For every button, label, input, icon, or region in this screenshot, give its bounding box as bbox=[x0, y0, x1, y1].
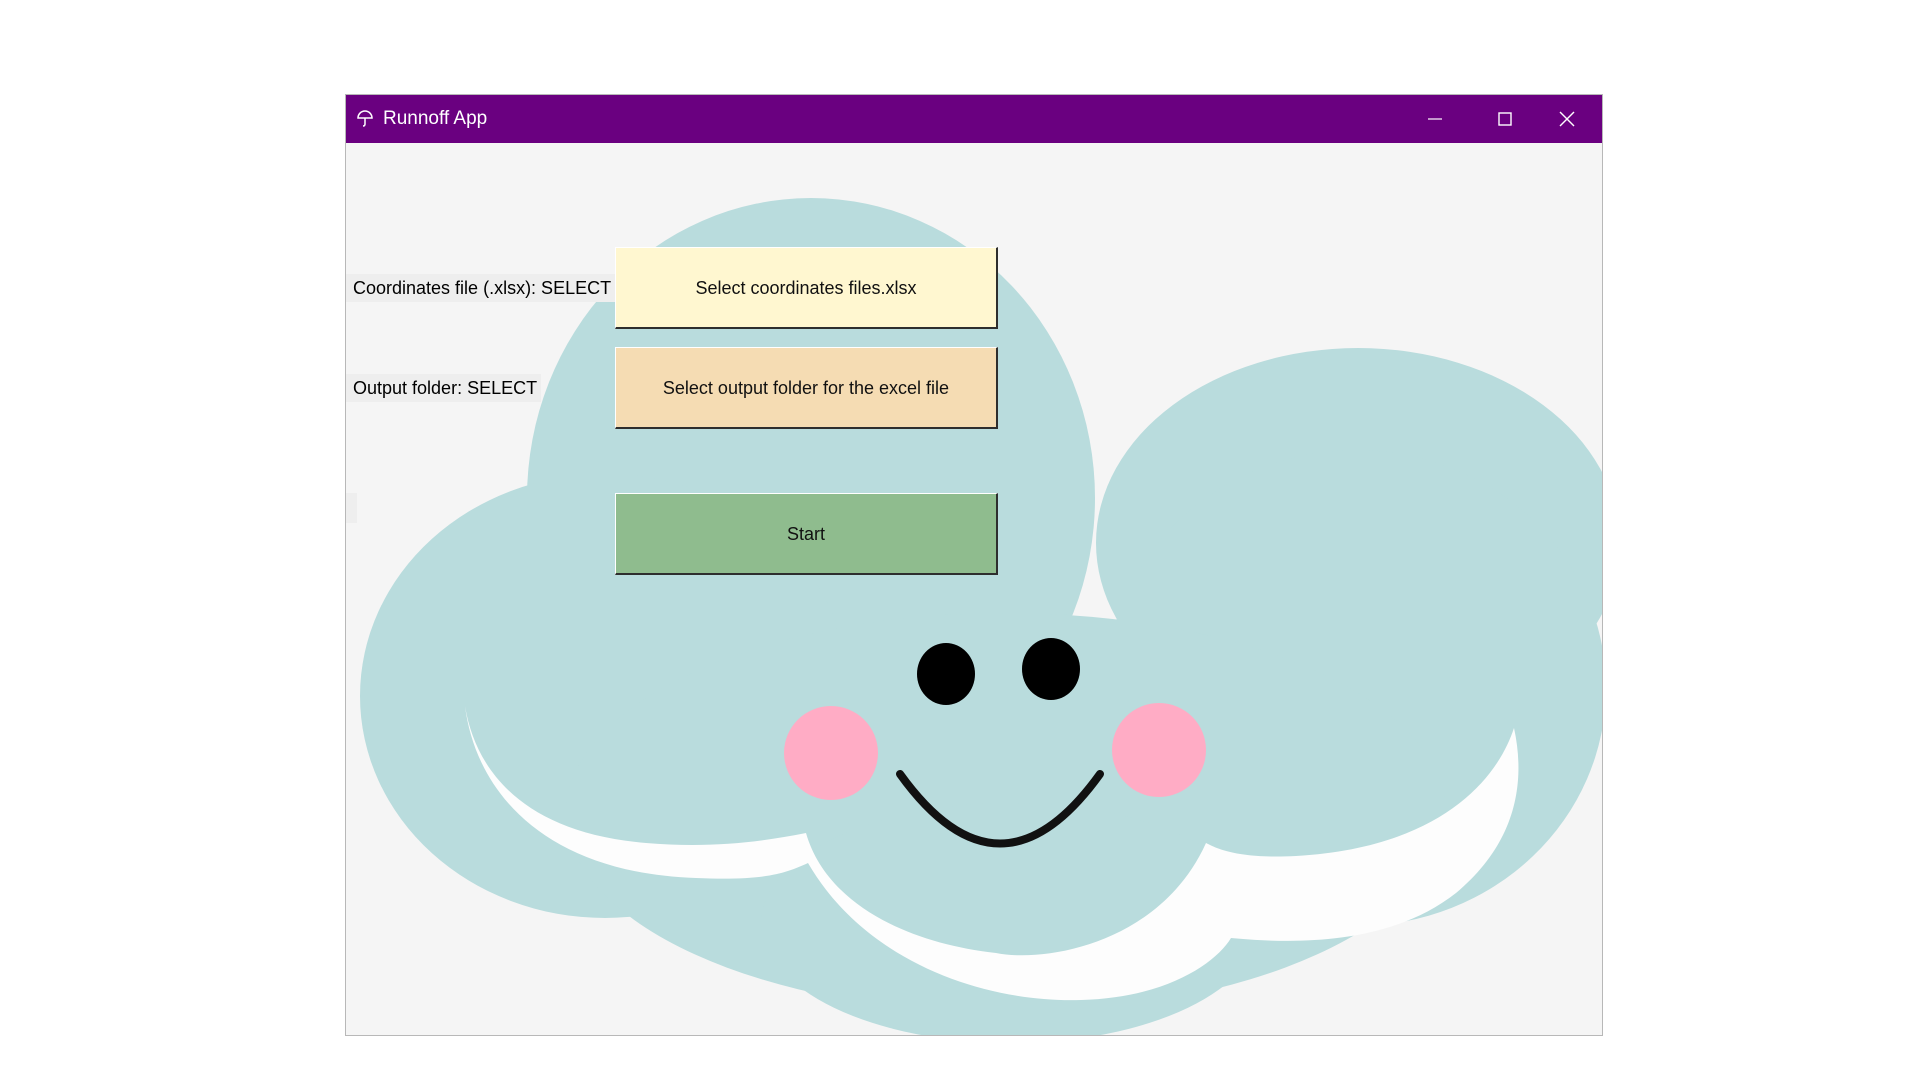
app-window: Runnoff App Coordinates file (.xlsx): SE… bbox=[346, 95, 1602, 1035]
status-label bbox=[346, 493, 357, 523]
left-cheek bbox=[784, 706, 878, 800]
maximize-button[interactable] bbox=[1470, 95, 1540, 143]
output-folder-label: Output folder: SELECT bbox=[346, 374, 542, 402]
select-coordinates-button[interactable]: Select coordinates files.xlsx bbox=[615, 247, 998, 329]
left-eye bbox=[917, 643, 975, 705]
main-content: Coordinates file (.xlsx): SELECT Select … bbox=[346, 143, 1602, 1035]
close-icon bbox=[1559, 111, 1575, 127]
minimize-icon bbox=[1428, 118, 1442, 120]
window-title: Runnoff App bbox=[383, 108, 488, 129]
title-bar[interactable]: Runnoff App bbox=[346, 95, 1602, 143]
app-icon bbox=[355, 107, 375, 127]
minimize-button[interactable] bbox=[1400, 95, 1470, 143]
coordinates-file-label: Coordinates file (.xlsx): SELECT bbox=[346, 274, 616, 302]
start-button[interactable]: Start bbox=[615, 493, 998, 575]
right-cheek bbox=[1112, 703, 1206, 797]
maximize-icon bbox=[1498, 112, 1512, 126]
right-eye bbox=[1022, 638, 1080, 700]
close-button[interactable] bbox=[1532, 95, 1602, 143]
select-output-folder-button[interactable]: Select output folder for the excel file bbox=[615, 347, 998, 429]
